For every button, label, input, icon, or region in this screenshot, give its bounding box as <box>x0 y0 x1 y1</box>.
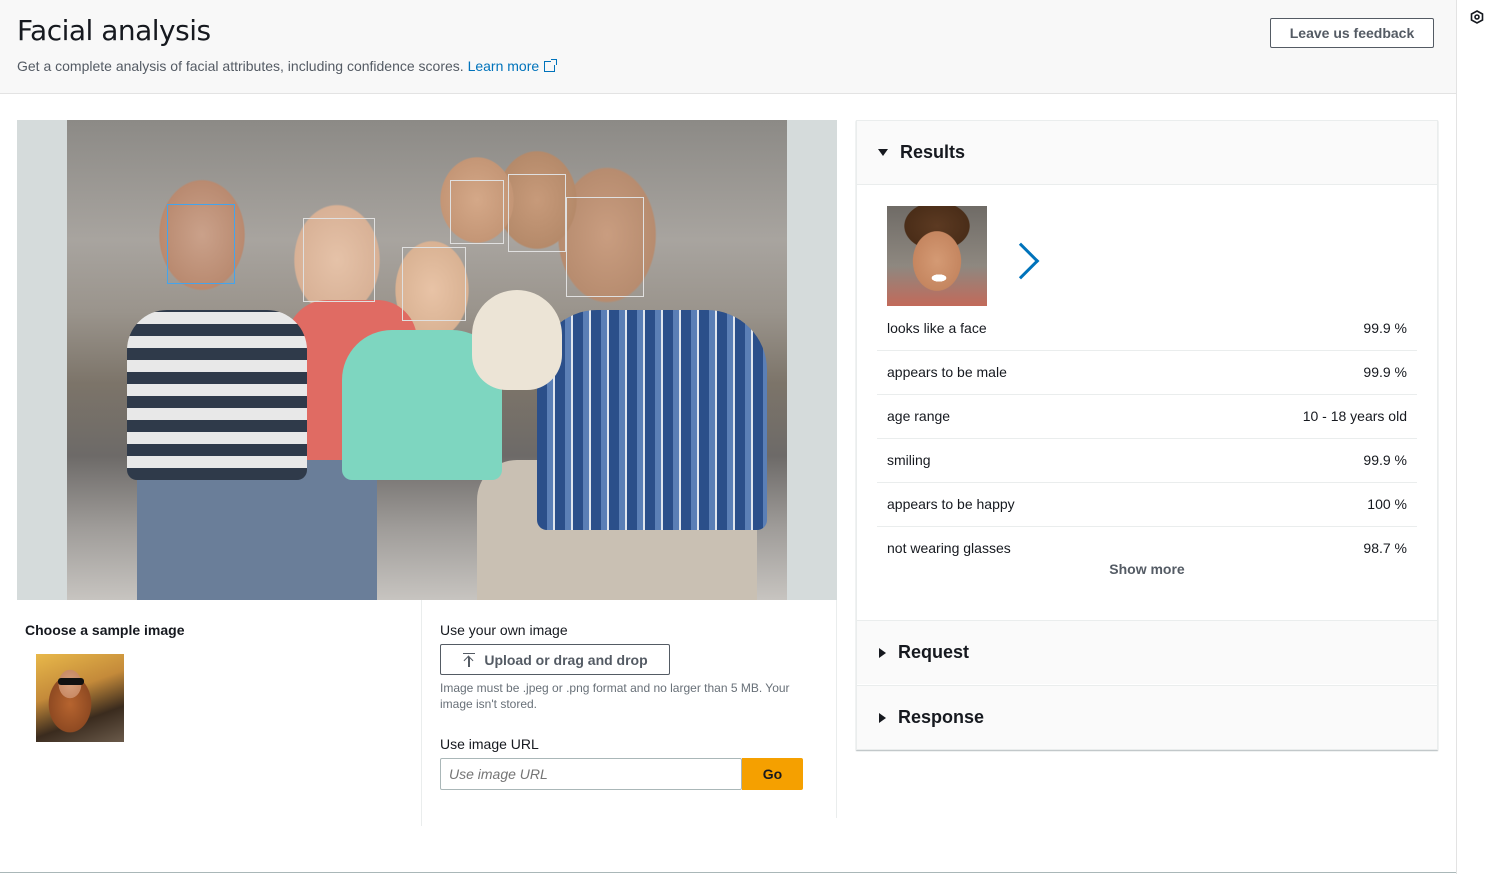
caret-down-icon <box>878 149 888 156</box>
results-panel: Results looks like a face 99.9 % appears … <box>856 120 1438 750</box>
external-link-icon <box>544 59 558 72</box>
sample-section: Choose a sample image <box>17 600 421 830</box>
image-panel <box>17 120 837 600</box>
subtitle-text: Get a complete analysis of facial attrib… <box>17 58 464 74</box>
show-more-button[interactable]: Show more <box>857 561 1437 577</box>
caret-right-icon <box>879 647 886 658</box>
list-item: appears to be happy 100 % <box>877 483 1417 527</box>
request-section-header[interactable]: Request <box>857 620 1437 684</box>
list-item: smiling 99.9 % <box>877 439 1417 483</box>
request-title: Request <box>898 642 970 662</box>
page-header: Facial analysis Get a complete analysis … <box>0 0 1456 94</box>
page-subtitle: Get a complete analysis of facial attrib… <box>17 58 558 74</box>
right-rail <box>1456 0 1498 874</box>
url-label: Use image URL <box>440 736 539 752</box>
go-button[interactable]: Go <box>742 758 803 790</box>
analyzed-photo <box>67 120 787 600</box>
selected-face-thumbnail <box>887 206 987 306</box>
divider <box>421 600 422 826</box>
face-box-3[interactable] <box>402 247 466 321</box>
results-section-header[interactable]: Results <box>857 121 1437 185</box>
divider <box>836 600 837 818</box>
settings-hex-icon[interactable] <box>1470 10 1484 24</box>
face-box-2[interactable] <box>303 218 375 302</box>
divider <box>0 872 1456 873</box>
face-box-5[interactable] <box>508 174 566 252</box>
sample-title: Choose a sample image <box>25 622 185 638</box>
response-section-header[interactable]: Response <box>857 685 1437 749</box>
upload-button[interactable]: Upload or drag and drop <box>440 644 670 675</box>
list-item: appears to be male 99.9 % <box>877 351 1417 395</box>
chevron-right-icon[interactable] <box>1002 242 1040 280</box>
response-title: Response <box>898 707 985 727</box>
face-box-1[interactable] <box>167 204 235 284</box>
list-item: looks like a face 99.9 % <box>877 307 1417 351</box>
upload-icon <box>462 652 476 667</box>
caret-right-icon <box>879 712 886 723</box>
sample-image-thumbnail[interactable] <box>36 654 124 742</box>
own-image-label: Use your own image <box>440 622 568 638</box>
attribute-list: looks like a face 99.9 % appears to be ma… <box>877 307 1417 570</box>
upload-hint: Image must be .jpeg or .png format and n… <box>440 681 790 711</box>
results-title: Results <box>900 142 966 162</box>
face-box-6[interactable] <box>566 197 644 297</box>
learn-more-link[interactable]: Learn more <box>468 58 558 74</box>
image-url-input[interactable] <box>440 758 742 790</box>
feedback-button[interactable]: Leave us feedback <box>1270 18 1434 48</box>
face-box-4[interactable] <box>450 180 504 244</box>
page-title: Facial analysis <box>17 14 211 47</box>
list-item: age range 10 - 18 years old <box>877 395 1417 439</box>
